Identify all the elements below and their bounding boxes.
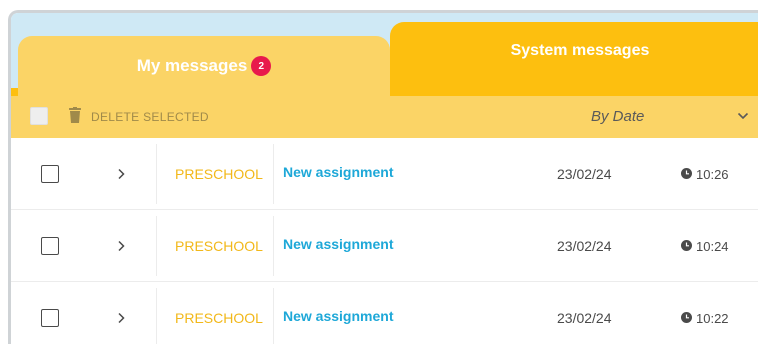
chevron-down-icon[interactable] xyxy=(737,111,749,121)
message-time: 10:26 xyxy=(696,167,729,182)
message-category: PRESCHOOL xyxy=(175,310,263,326)
tab-system-messages-label: System messages xyxy=(510,42,650,59)
chevron-right-icon[interactable] xyxy=(116,240,126,252)
tab-system-messages[interactable]: System messages xyxy=(390,22,758,96)
message-date: 23/02/24 xyxy=(557,310,612,326)
message-subject-link[interactable]: New assignment xyxy=(283,308,393,324)
message-checkbox[interactable] xyxy=(41,237,59,255)
tab-my-messages-label: My messages xyxy=(136,56,248,75)
unread-count-badge: 2 xyxy=(251,56,272,76)
column-divider xyxy=(273,216,274,276)
message-toolbar: DELETE SELECTED By Date xyxy=(11,96,758,138)
message-time: 10:22 xyxy=(696,311,729,326)
message-row[interactable]: PRESCHOOL New assignment 23/02/24 10:24 xyxy=(11,210,758,282)
column-divider xyxy=(156,144,157,204)
column-divider xyxy=(273,144,274,204)
message-time: 10:24 xyxy=(696,239,729,254)
message-checkbox[interactable] xyxy=(41,309,59,327)
sort-select[interactable]: By Date xyxy=(591,108,644,125)
tab-my-messages[interactable]: My messages 2 xyxy=(18,36,390,96)
trash-icon[interactable] xyxy=(69,107,81,123)
clock-icon xyxy=(681,312,692,323)
message-category: PRESCHOOL xyxy=(175,238,263,254)
chevron-right-icon[interactable] xyxy=(116,312,126,324)
delete-selected-button[interactable]: DELETE SELECTED xyxy=(91,110,209,124)
message-checkbox[interactable] xyxy=(41,165,59,183)
message-date: 23/02/24 xyxy=(557,166,612,182)
message-subject-link[interactable]: New assignment xyxy=(283,164,393,180)
column-divider xyxy=(156,288,157,344)
clock-icon xyxy=(681,240,692,251)
message-category: PRESCHOOL xyxy=(175,166,263,182)
message-row[interactable]: PRESCHOOL New assignment 23/02/24 10:26 xyxy=(11,138,758,210)
column-divider xyxy=(156,216,157,276)
message-date: 23/02/24 xyxy=(557,238,612,254)
chevron-right-icon[interactable] xyxy=(116,168,126,180)
tab-bar: System messages My messages 2 xyxy=(11,13,758,96)
message-subject-link[interactable]: New assignment xyxy=(283,236,393,252)
column-divider xyxy=(273,288,274,344)
select-all-checkbox[interactable] xyxy=(30,107,48,125)
clock-icon xyxy=(681,168,692,179)
message-row[interactable]: PRESCHOOL New assignment 23/02/24 10:22 xyxy=(11,282,758,344)
messages-panel: System messages My messages 2 DELETE SEL… xyxy=(8,10,758,344)
